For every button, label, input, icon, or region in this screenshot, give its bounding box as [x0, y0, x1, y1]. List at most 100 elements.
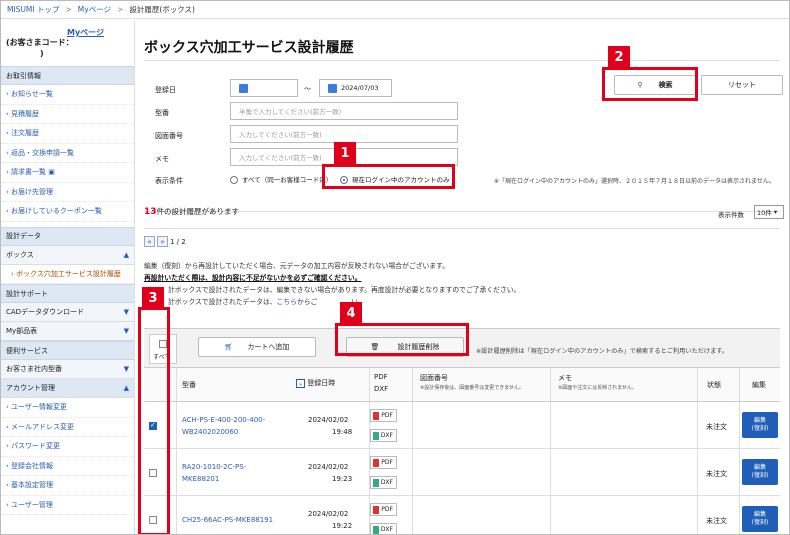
sidebar-myparts-toggle[interactable]: My部品表 ▼ — [1, 322, 134, 341]
callout-box-1 — [322, 164, 455, 189]
dxf-icon — [373, 526, 379, 534]
part-number-input[interactable]: 半角で入力してください(前方一致) — [230, 102, 458, 120]
part-number-link[interactable]: ACH-PS-E-400-200-400- — [182, 416, 265, 424]
mypage-link[interactable]: Myページ — [67, 27, 104, 38]
part-label: 型番 — [155, 109, 169, 117]
col-drawing: 図面番号 — [420, 374, 448, 382]
next-page-button[interactable]: » — [157, 236, 168, 247]
col-memo-note: ※図面や注文には反映されません。 — [558, 385, 638, 391]
sidebar-item-settings[interactable]: › 基本設定管理 — [1, 476, 134, 496]
divider — [144, 60, 780, 61]
sidebar-item-user-info[interactable]: › ユーザー情報変更 — [1, 398, 134, 418]
edit-button[interactable]: 編集 (復刻) — [742, 412, 778, 438]
sort-date[interactable]: ⌄ 登録日時 — [296, 378, 335, 388]
per-page-label: 表示件数 — [718, 211, 744, 219]
sidebar-item-coupons[interactable]: › お届けしているクーポン一覧 — [1, 202, 134, 222]
sidebar-item-notices[interactable]: › お知らせ一覧 — [1, 85, 134, 105]
radio-all[interactable] — [230, 176, 238, 184]
breadcrumb: MISUMI トップ > Myページ > 設計履歴(ボックス) — [1, 1, 789, 19]
callout-badge-1: 1 — [334, 142, 356, 164]
sidebar-section-transactions: お取引情報 — [1, 66, 134, 85]
sidebar-box-label: ボックス — [6, 250, 34, 259]
sidebar-box-toggle[interactable]: ボックス ▲ — [1, 245, 134, 265]
sidebar-account-toggle[interactable]: アカウント管理 ▲ — [1, 379, 134, 398]
sidebar-item-company[interactable]: › 登録会社情報 — [1, 457, 134, 476]
drawing-label: 図面番号 — [155, 132, 183, 140]
sidebar-item-email[interactable]: › メールアドレス変更 — [1, 418, 134, 437]
chevron-up-icon: ▲ — [123, 384, 129, 392]
breadcrumb-home[interactable]: MISUMI トップ — [7, 4, 60, 15]
date-to-input[interactable]: 2024/07/03 — [319, 79, 392, 97]
pdf-download[interactable]: PDF — [370, 409, 397, 422]
sidebar-item-box-history[interactable]: › ボックス穴加工サービス設計履歴 — [1, 264, 134, 284]
breadcrumb-mypage[interactable]: Myページ — [78, 4, 111, 15]
part-number-link[interactable]: WB2402020060 — [182, 428, 238, 436]
edit-button[interactable]: 編集 (復刻) — [742, 506, 778, 532]
breadcrumb-sep: > — [65, 5, 72, 14]
time-cell: 19:22 — [332, 522, 353, 530]
calendar-icon[interactable] — [328, 83, 337, 93]
sidebar-section-support: 設計サポート — [1, 284, 134, 303]
date-label: 登録日 — [155, 86, 176, 94]
here-link[interactable]: こちら — [277, 298, 297, 306]
sidebar-section-services: 便利サービス — [1, 341, 134, 360]
delete-note: ※設計履歴削除は「現在ログイン中のアカウントのみ」で検索するとご利用いただけます… — [476, 348, 729, 355]
first-page-button[interactable]: « — [144, 236, 155, 247]
status-cell: 未注文 — [706, 423, 727, 431]
result-count: 13件の設計履歴があります — [144, 207, 240, 217]
col-status: 状態 — [707, 381, 721, 389]
sidebar-section-design: 設計データ — [1, 226, 134, 246]
date-from-input[interactable] — [230, 79, 298, 97]
reset-button[interactable]: リセット — [701, 75, 783, 95]
condition-label: 表示条件 — [155, 177, 183, 185]
part-number-link[interactable]: CH25-66AC-PS-MKE88191 — [182, 516, 273, 524]
sidebar-customer-toggle[interactable]: お客さま社内型番 ▼ — [1, 360, 134, 379]
time-cell: 19:48 — [332, 428, 353, 436]
add-to-cart-button[interactable]: 🛒︎ カートへ追加 — [198, 337, 316, 357]
option-all[interactable]: すべて（同一お客様コード内） — [230, 174, 332, 184]
pdf-download[interactable]: PDF — [370, 503, 397, 516]
date-tilde: ～ — [304, 85, 311, 93]
sidebar-item-quotes[interactable]: › 見積履歴 — [1, 105, 134, 124]
sort-icon[interactable]: ⌄ — [296, 379, 305, 388]
date-to-value: 2024/07/03 — [341, 84, 379, 92]
pdf-icon — [373, 412, 379, 420]
sidebar-customer-label: お客さま社内型番 — [6, 365, 62, 373]
edit-button[interactable]: 編集 (復刻) — [742, 459, 778, 485]
chevron-down-icon: ▼ — [123, 327, 129, 335]
sidebar-item-orders[interactable]: › 注文履歴 — [1, 124, 134, 144]
time-cell: 19:23 — [332, 475, 353, 483]
drawing-number-input[interactable]: 入力してください(前方一致) — [230, 125, 458, 143]
cart-icon: 🛒︎ — [224, 343, 234, 351]
sidebar-cad-label: CADデータダウンロード — [6, 308, 85, 316]
dxf-download[interactable]: DXF — [370, 523, 397, 534]
date-cell: 2024/02/02 — [308, 510, 349, 518]
sidebar: Myページ (お客さまコード： ) お取引情報 › お知らせ一覧 › 見積履歴 … — [1, 20, 135, 534]
dxf-download[interactable]: DXF — [370, 429, 397, 442]
per-page-select[interactable]: 10件 ▾ — [754, 205, 784, 219]
sidebar-item-users[interactable]: › ユーザー管理 — [1, 496, 134, 515]
breadcrumb-current: 設計履歴(ボックス) — [129, 5, 195, 14]
pdf-download[interactable]: PDF — [370, 456, 397, 469]
sidebar-item-returns[interactable]: › 返品・交換申請一覧 — [1, 144, 134, 163]
dxf-icon — [373, 479, 379, 487]
history-table: すべて 🛒︎ カートへ追加 🗑︎ 設計履歴削除 ※設計履歴削除は「現在ログイン中のア… — [144, 328, 780, 534]
table-row: RA20-1010-2C-PS- MKE88201 2024/02/02 19:… — [144, 449, 780, 496]
calendar-icon[interactable] — [239, 83, 248, 93]
pdf-icon — [373, 459, 379, 467]
col-pdf: PDF — [374, 373, 388, 381]
notice-line-1: 編集（復刻）から再設計していただく場合、元データの加工内容が反映されない場合がご… — [144, 262, 449, 270]
sidebar-item-addresses[interactable]: › お届け先管理 — [1, 183, 134, 202]
callout-box-3 — [138, 307, 170, 534]
sidebar-item-password[interactable]: › パスワード変更 — [1, 437, 134, 457]
dxf-download[interactable]: DXF — [370, 476, 397, 489]
sidebar-cad-toggle[interactable]: CADデータダウンロード ▼ — [1, 303, 134, 322]
part-number-link[interactable]: MKE88201 — [182, 475, 219, 483]
notice-line-3: 計ボックスで設計されたデータは、編集できない場合があります。再度設計が必要となり… — [168, 286, 521, 294]
callout-box-4 — [335, 323, 469, 356]
sidebar-myparts-label: My部品表 — [6, 327, 38, 335]
part-number-link[interactable]: RA20-1010-2C-PS- — [182, 463, 246, 471]
sidebar-item-invoices[interactable]: › 請求書一覧 ▣ — [1, 163, 134, 183]
pagination: « » 1 / 2 — [144, 236, 186, 247]
table-row: ACH-PS-E-400-200-400- WB2402020060 2024/… — [144, 402, 780, 449]
